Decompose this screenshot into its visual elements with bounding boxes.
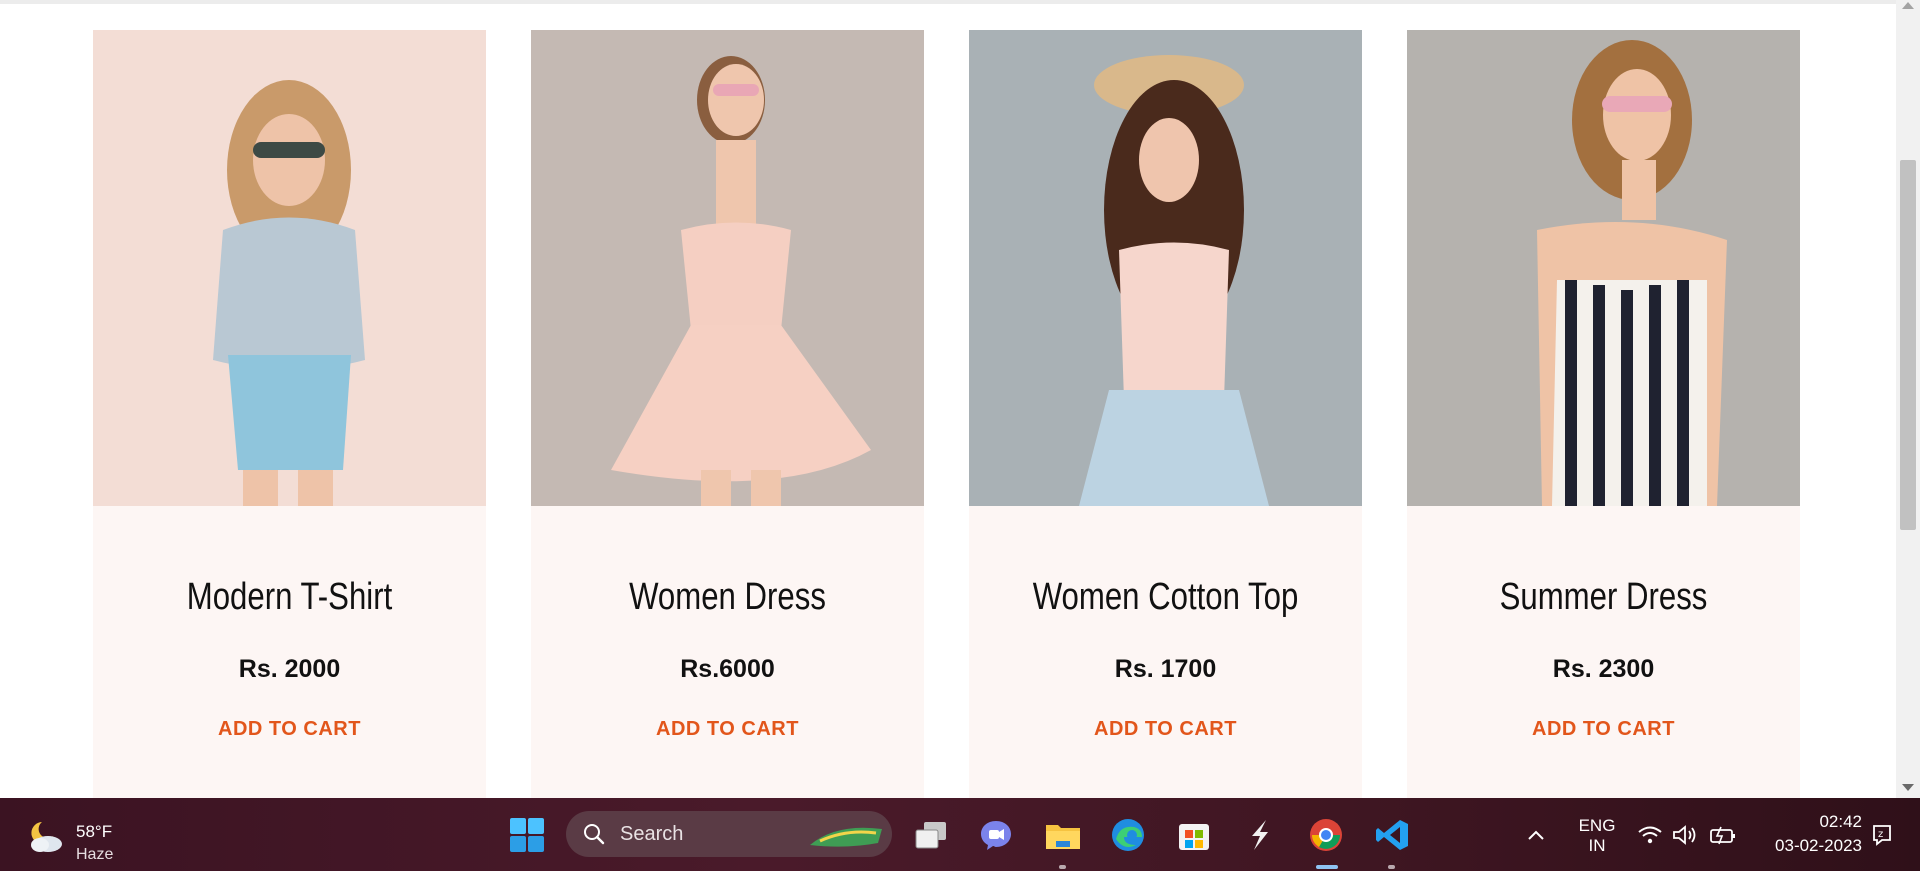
microsoft-store-icon[interactable] <box>1171 812 1217 858</box>
battery-icon[interactable] <box>1703 812 1743 858</box>
product-price: Rs.6000 <box>680 655 775 683</box>
vscode-icon[interactable] <box>1369 812 1415 858</box>
add-to-cart-button[interactable]: ADD TO CART <box>969 718 1362 741</box>
scroll-up-arrow-icon[interactable] <box>1902 2 1914 9</box>
edge-icon[interactable] <box>1105 812 1151 858</box>
product-card[interactable]: Modern T-Shirt Rs. 2000 ADD TO CART <box>93 30 486 798</box>
product-image[interactable] <box>93 30 486 506</box>
chevron-up-icon[interactable] <box>1516 812 1556 858</box>
search-label: Search <box>620 823 684 845</box>
chrome-icon[interactable] <box>1303 812 1349 858</box>
weather-temperature: 58°F <box>76 822 113 841</box>
language-indicator[interactable]: ENG IN <box>1570 816 1624 856</box>
scroll-thumb[interactable] <box>1900 160 1916 530</box>
taskbar-search-box[interactable]: Search <box>566 811 892 857</box>
volume-icon[interactable] <box>1665 812 1705 858</box>
product-card[interactable]: Summer Dress Rs. 2300 ADD TO CART <box>1407 30 1800 798</box>
explorer-running-indicator <box>1059 865 1066 869</box>
clock[interactable]: 02:42 03-02-2023 <box>1752 812 1862 856</box>
vertical-scrollbar[interactable] <box>1896 0 1920 798</box>
clock-time: 02:42 <box>1819 812 1862 831</box>
product-image[interactable] <box>1407 30 1800 506</box>
teams-chat-icon[interactable] <box>973 812 1019 858</box>
windows-start-icon[interactable] <box>504 812 550 858</box>
weather-widget[interactable]: 58°F Haze <box>22 808 142 863</box>
product-image[interactable] <box>969 30 1362 506</box>
language-code: ENG <box>1578 816 1616 835</box>
partly-cloudy-night-icon <box>26 818 66 859</box>
svg-text:z: z <box>1878 829 1883 840</box>
weather-condition: Haze <box>76 846 114 863</box>
product-title: Women Dress <box>629 576 826 618</box>
product-card[interactable]: Women Dress Rs.6000 ADD TO CART <box>531 30 924 798</box>
product-title: Summer Dress <box>1499 576 1708 618</box>
product-title: Women Cotton Top <box>1032 576 1299 618</box>
product-card[interactable]: Women Cotton Top Rs. 1700 ADD TO CART <box>969 30 1362 798</box>
search-icon <box>582 822 606 851</box>
file-explorer-icon[interactable] <box>1040 812 1086 858</box>
add-to-cart-button[interactable]: ADD TO CART <box>531 718 924 741</box>
add-to-cart-button[interactable]: ADD TO CART <box>1407 718 1800 741</box>
taskbar: 58°F Haze Search ENG IN 02:42 03-02-2023… <box>0 798 1920 871</box>
product-title: Modern T-Shirt <box>186 576 393 618</box>
add-to-cart-button[interactable]: ADD TO CART <box>93 718 486 741</box>
region-code: IN <box>1588 836 1606 855</box>
notification-icon[interactable]: z <box>1862 812 1902 858</box>
search-highlight-icon <box>806 821 886 854</box>
task-view-icon[interactable] <box>908 812 954 858</box>
product-price: Rs. 2000 <box>238 655 341 683</box>
chrome-active-indicator <box>1316 865 1338 869</box>
product-image[interactable] <box>531 30 924 506</box>
wifi-icon[interactable] <box>1630 812 1670 858</box>
clock-date: 03-02-2023 <box>1775 836 1862 855</box>
product-page: Modern T-Shirt Rs. 2000 ADD TO CART Wome… <box>0 0 1896 798</box>
vscode-running-indicator <box>1388 865 1395 869</box>
scroll-down-arrow-icon[interactable] <box>1902 784 1914 791</box>
app-s-icon[interactable] <box>1237 812 1283 858</box>
product-price: Rs. 2300 <box>1552 655 1655 683</box>
product-price: Rs. 1700 <box>1114 655 1217 683</box>
top-divider <box>0 0 1896 4</box>
